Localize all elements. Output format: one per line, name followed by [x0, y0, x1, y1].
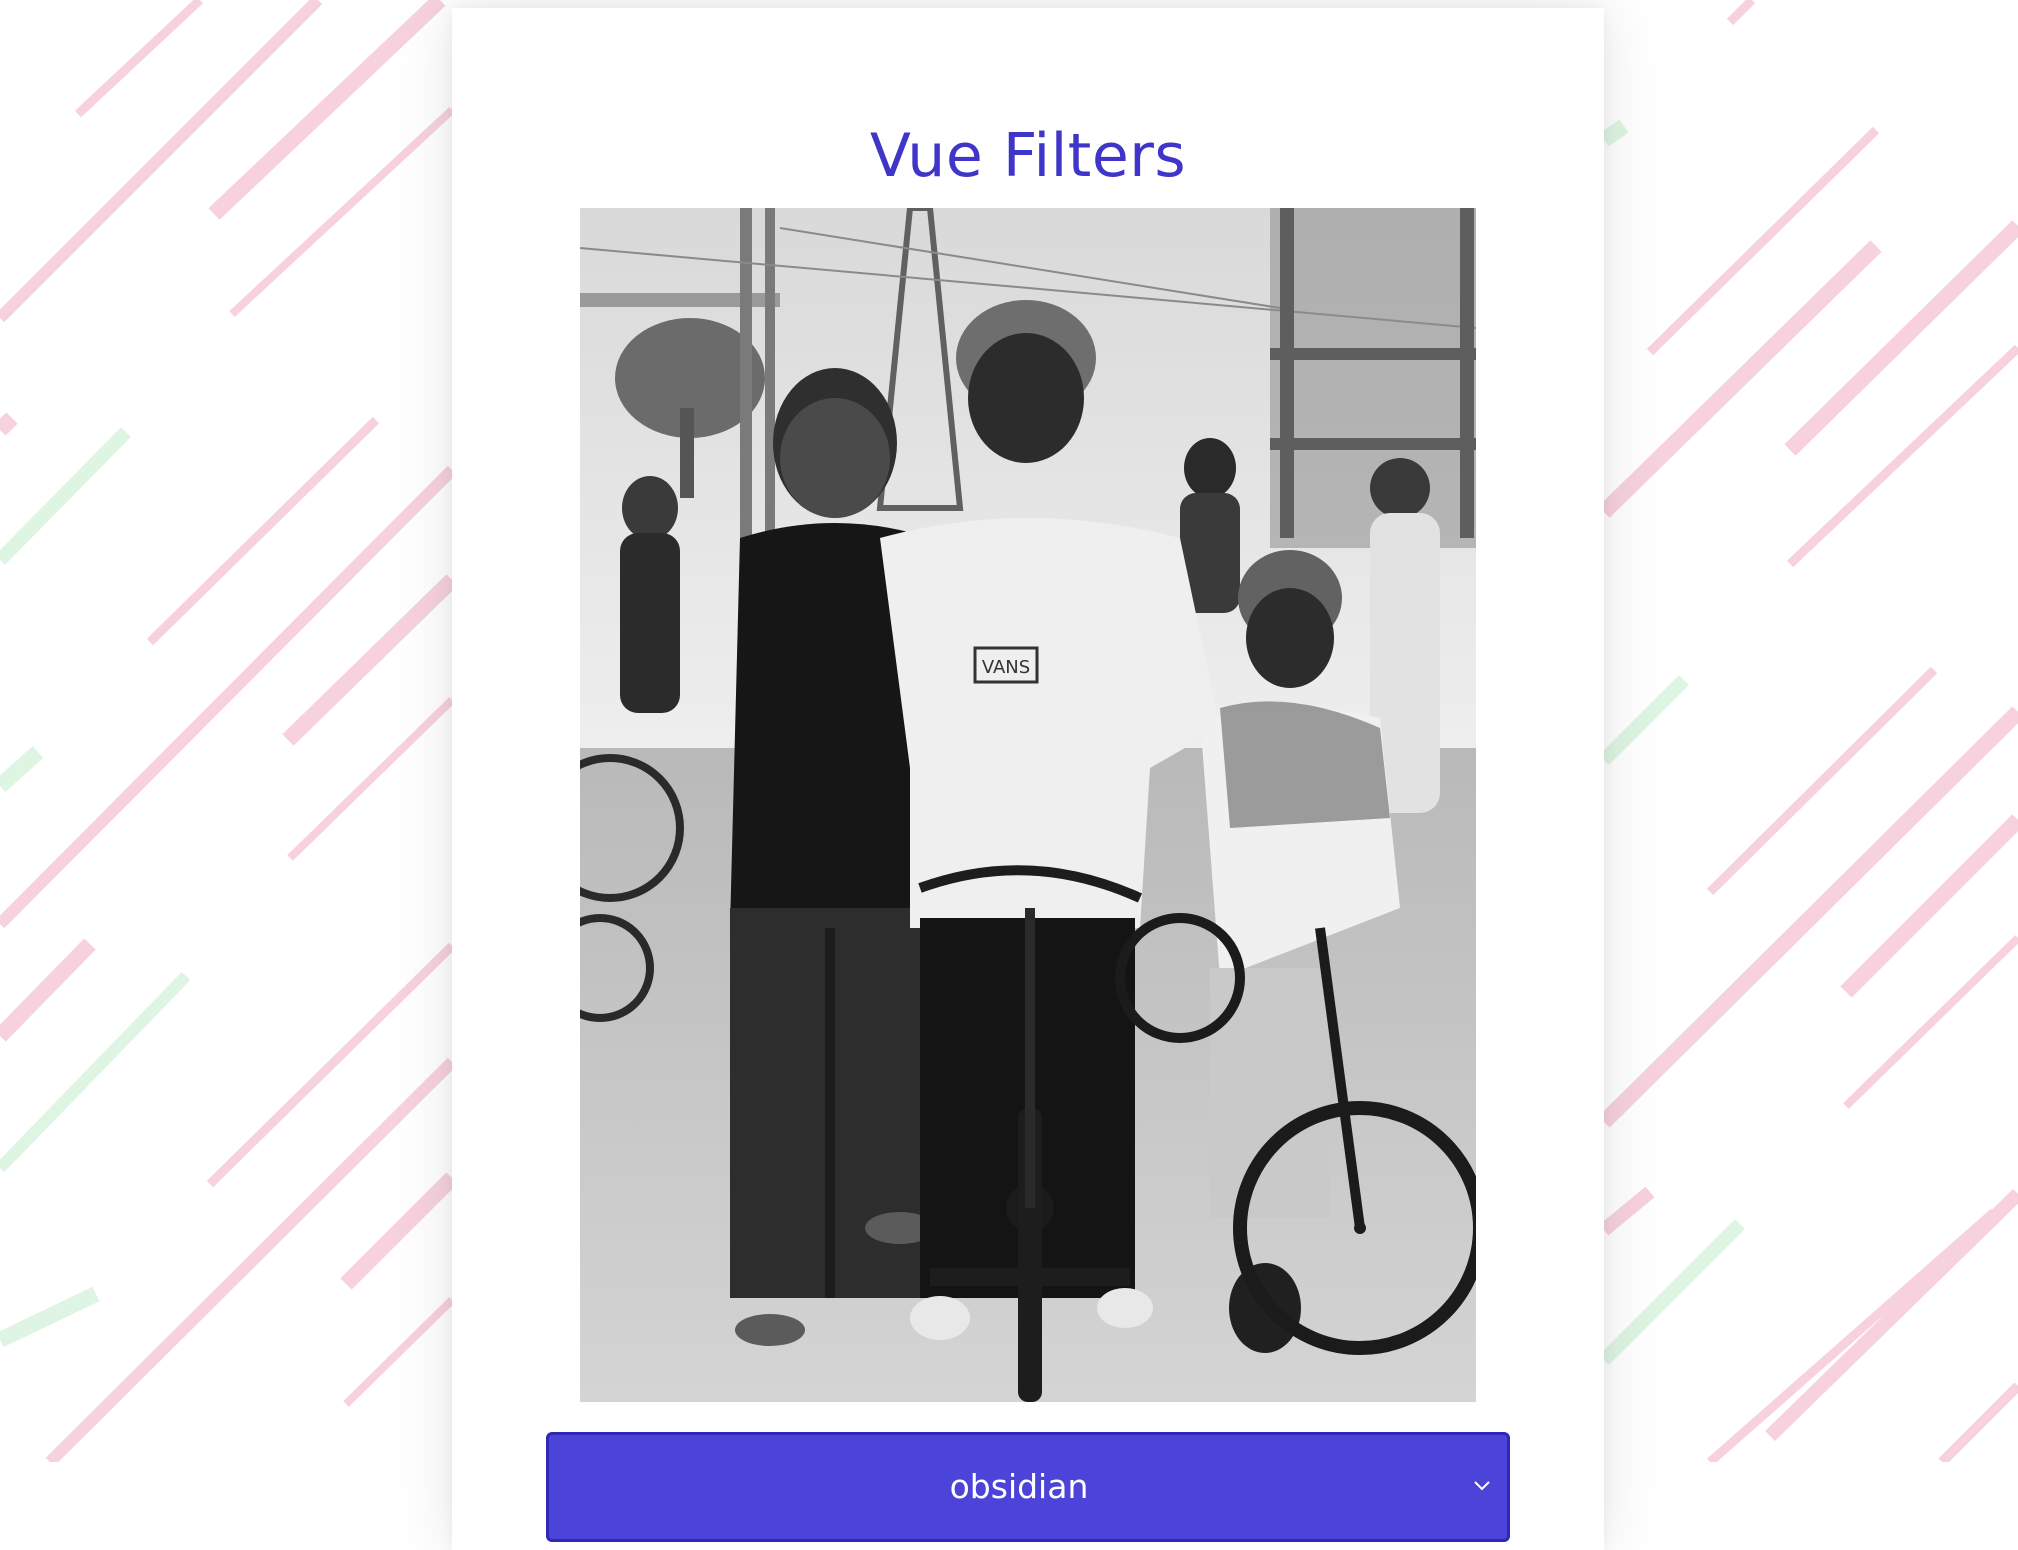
filter-select[interactable]: obsidian — [546, 1432, 1510, 1542]
shirt-print: VANS — [982, 657, 1030, 678]
filter-select-value: obsidian — [949, 1467, 1089, 1506]
photo-image: VANS — [580, 208, 1476, 1402]
app-card: Vue Filters VANS obsidian — [452, 8, 1604, 1550]
page-title: Vue Filters — [869, 121, 1187, 192]
filtered-photo: VANS — [580, 208, 1476, 1402]
chevron-down-icon — [1474, 1481, 1490, 1491]
